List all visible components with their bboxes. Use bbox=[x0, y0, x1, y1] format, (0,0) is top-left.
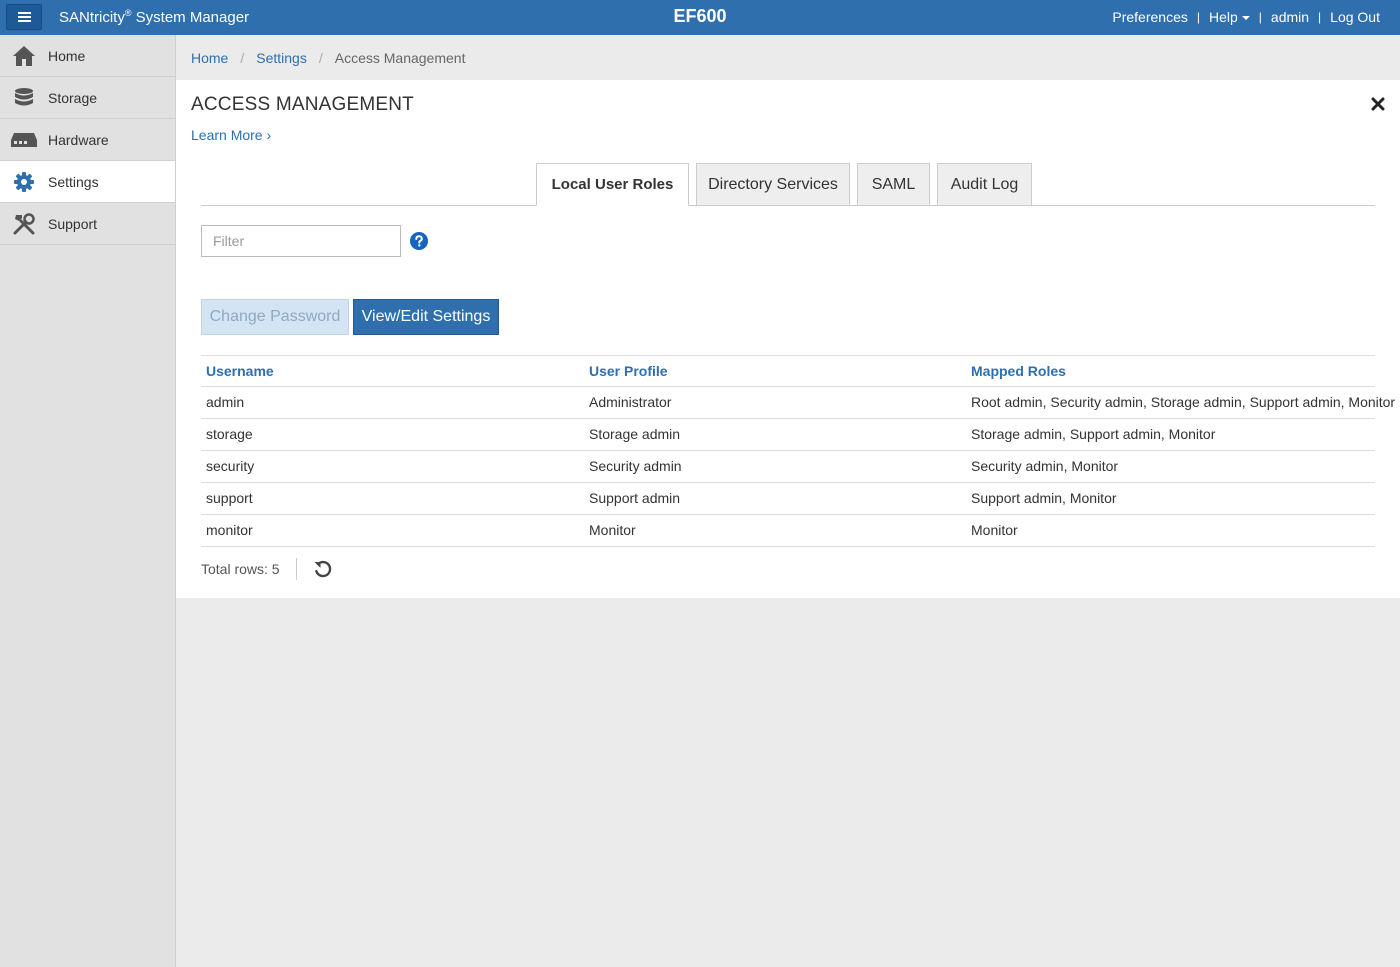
breadcrumb-separator: / bbox=[240, 49, 245, 66]
cell-username: admin bbox=[206, 394, 245, 410]
main-panel: ACCESS MANAGEMENT Learn More › Local Use… bbox=[176, 80, 1400, 598]
cell-user-profile: Monitor bbox=[589, 522, 636, 538]
total-rows-count: Total rows: 5 bbox=[201, 561, 280, 577]
tab-directory-services[interactable]: Directory Services bbox=[696, 163, 850, 206]
table-row[interactable]: support Support admin Support admin, Mon… bbox=[201, 483, 1375, 515]
table-footer: Total rows: 5 bbox=[201, 558, 333, 580]
table-row[interactable]: admin Administrator Root admin, Security… bbox=[201, 387, 1395, 419]
tab-saml[interactable]: SAML bbox=[857, 163, 930, 206]
sidebar-nav: Home Storage Hardware Settings Support bbox=[0, 35, 176, 967]
change-password-button[interactable]: Change Password bbox=[201, 299, 349, 335]
home-icon bbox=[0, 35, 48, 77]
link-separator: | bbox=[1318, 10, 1322, 24]
database-icon bbox=[0, 77, 48, 119]
sidebar-item-settings[interactable]: Settings bbox=[0, 161, 175, 203]
sidebar-item-storage[interactable]: Storage bbox=[0, 77, 175, 119]
view-edit-settings-button[interactable]: View/Edit Settings bbox=[353, 299, 499, 335]
users-table: Username User Profile Mapped Roles admin… bbox=[201, 355, 1395, 547]
tools-icon bbox=[0, 203, 48, 245]
tab-local-user-roles[interactable]: Local User Roles bbox=[536, 163, 689, 206]
user-menu[interactable]: admin bbox=[1271, 9, 1309, 25]
cell-mapped-roles: Root admin, Security admin, Storage admi… bbox=[971, 394, 1396, 410]
app-brand: SANtricity® System Manager bbox=[59, 8, 249, 26]
cell-mapped-roles: Support admin, Monitor bbox=[971, 490, 1117, 506]
cell-mapped-roles: Monitor bbox=[971, 522, 1018, 538]
page-title: ACCESS MANAGEMENT bbox=[191, 94, 414, 115]
brand-name: SANtricity bbox=[59, 9, 125, 26]
menu-icon-line bbox=[18, 16, 31, 18]
sidebar-item-label: Support bbox=[48, 215, 98, 232]
link-separator: | bbox=[1196, 10, 1200, 24]
column-header-username[interactable]: Username bbox=[206, 356, 274, 387]
breadcrumb-separator: / bbox=[318, 49, 323, 66]
column-header-mapped-roles[interactable]: Mapped Roles bbox=[971, 356, 1066, 387]
cell-user-profile: Storage admin bbox=[589, 426, 681, 442]
caret-down-icon bbox=[1241, 16, 1250, 21]
table-row[interactable]: security Security admin Security admin, … bbox=[201, 451, 1375, 483]
cell-mapped-roles: Security admin, Monitor bbox=[971, 458, 1119, 474]
top-header-bar: SANtricity® System Manager EF600 Prefere… bbox=[0, 0, 1400, 35]
cell-username: monitor bbox=[206, 522, 253, 538]
sidebar-item-hardware[interactable]: Hardware bbox=[0, 119, 175, 161]
cell-username: security bbox=[206, 458, 255, 474]
table-row[interactable]: monitor Monitor Monitor bbox=[201, 515, 1375, 547]
table-row[interactable]: storage Storage admin Storage admin, Sup… bbox=[201, 419, 1375, 451]
menu-icon-line bbox=[18, 12, 31, 14]
cell-user-profile: Security admin bbox=[589, 458, 682, 474]
help-menu-label: Help bbox=[1208, 9, 1238, 25]
cell-username: storage bbox=[206, 426, 253, 442]
sidebar-item-label: Settings bbox=[48, 173, 99, 190]
cell-mapped-roles: Storage admin, Support admin, Monitor bbox=[971, 426, 1216, 442]
hamburger-menu-button[interactable] bbox=[6, 4, 42, 30]
gear-icon bbox=[0, 161, 48, 203]
sidebar-item-home[interactable]: Home bbox=[0, 35, 175, 77]
sidebar-item-label: Hardware bbox=[48, 131, 109, 148]
sidebar-item-label: Storage bbox=[48, 89, 98, 106]
table-header-row: Username User Profile Mapped Roles bbox=[201, 355, 1375, 387]
sidebar-item-label: Home bbox=[48, 47, 86, 64]
cell-user-profile: Administrator bbox=[589, 394, 672, 410]
brand-suffix: System Manager bbox=[131, 9, 250, 26]
help-question-icon[interactable] bbox=[410, 232, 428, 250]
menu-icon-line bbox=[18, 20, 31, 22]
link-separator: | bbox=[1258, 10, 1262, 24]
breadcrumb: Home / Settings / Access Management bbox=[176, 35, 1400, 80]
breadcrumb-home[interactable]: Home bbox=[191, 50, 228, 66]
filter-input[interactable] bbox=[201, 225, 401, 257]
column-header-user-profile[interactable]: User Profile bbox=[589, 356, 668, 387]
tab-audit-log[interactable]: Audit Log bbox=[937, 163, 1032, 206]
hardware-icon bbox=[0, 119, 48, 161]
cell-user-profile: Support admin bbox=[589, 490, 681, 506]
learn-more-link[interactable]: Learn More › bbox=[191, 127, 271, 143]
preferences-link[interactable]: Preferences bbox=[1112, 9, 1187, 25]
help-menu[interactable]: Help bbox=[1209, 9, 1250, 25]
footer-divider bbox=[295, 558, 297, 580]
logout-link[interactable]: Log Out bbox=[1330, 9, 1380, 25]
refresh-icon[interactable] bbox=[313, 559, 333, 579]
top-right-links: Preferences | Help | admin | Log Out bbox=[1112, 9, 1380, 25]
breadcrumb-settings[interactable]: Settings bbox=[256, 50, 307, 66]
sidebar-item-support[interactable]: Support bbox=[0, 203, 175, 245]
cell-username: support bbox=[206, 490, 253, 506]
close-icon[interactable] bbox=[1371, 97, 1385, 111]
breadcrumb-current: Access Management bbox=[334, 49, 466, 66]
